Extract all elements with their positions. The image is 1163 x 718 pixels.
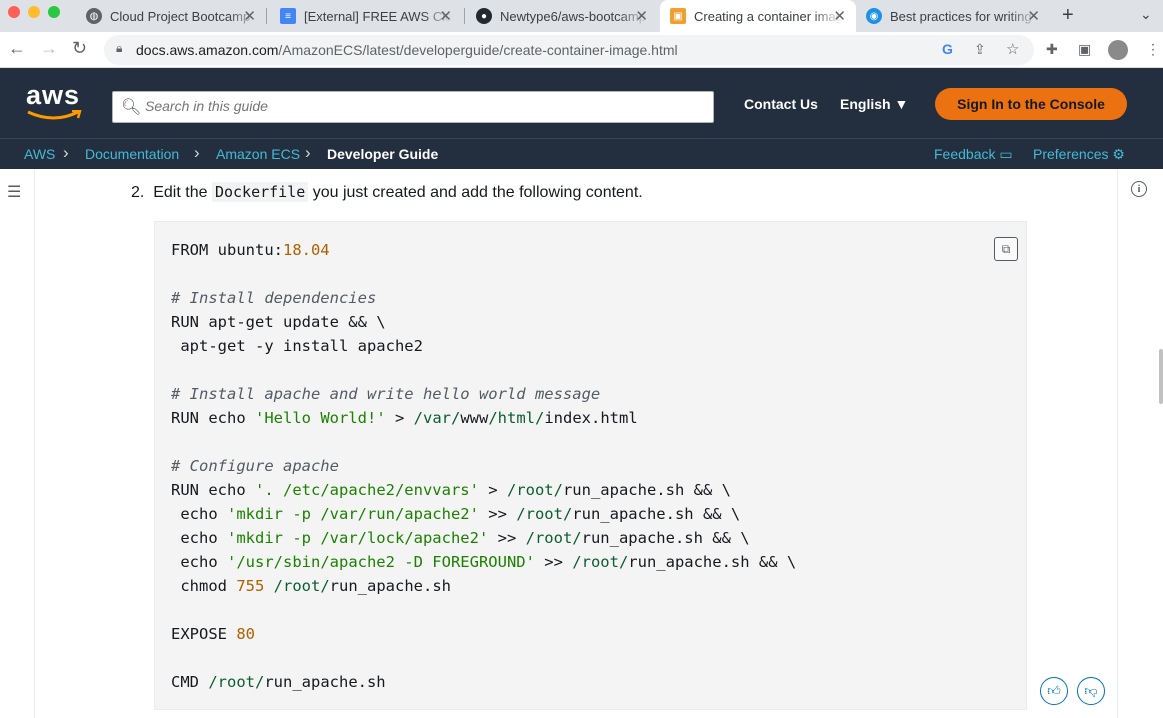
step-instruction: 2. Edit the Dockerfile you just created … — [131, 182, 643, 202]
side-panel-icon[interactable]: ▣ — [1078, 41, 1091, 58]
tab-search-chevron-icon[interactable]: ⌄ — [1140, 6, 1152, 23]
tab-close-icon[interactable]: ✕ — [243, 7, 256, 25]
breadcrumb: AWS › Documentation › Amazon ECS › Devel… — [0, 138, 1163, 169]
browser-tab[interactable]: ≡ [External] FREE AWS Cloud ✕ — [270, 0, 462, 32]
bookmark-star-icon[interactable]: ☆ — [1006, 40, 1019, 58]
url-text: docs.aws.amazon.com/AmazonECS/latest/dev… — [136, 42, 678, 58]
search-input[interactable] — [145, 98, 705, 114]
back-arrow-icon[interactable]: ← — [8, 38, 26, 59]
hamburger-menu-icon[interactable]: ☰ — [7, 182, 21, 202]
tab-close-icon[interactable]: ✕ — [635, 7, 648, 25]
address-bar[interactable]: 🔒︎ docs.aws.amazon.com/AmazonECS/latest/… — [104, 35, 1034, 65]
left-nav-rail: ☰ — [0, 169, 35, 718]
aws-box-icon: ▣ — [670, 8, 686, 24]
code-block: ⧉ FROM ubuntu:18.04 # Install dependencie… — [154, 221, 1027, 710]
right-info-rail: i — [1117, 169, 1163, 718]
search-icon: 🔍︎ — [121, 99, 142, 116]
browser-tab-bar: ◍ Cloud Project Bootcamp ✕ ≡ [External] … — [0, 0, 1163, 32]
google-icon[interactable]: G — [942, 41, 953, 57]
breadcrumb-aws[interactable]: AWS — [24, 146, 55, 162]
copy-icon[interactable]: ⧉ — [994, 237, 1018, 261]
feedback-link[interactable]: Feedback ▭ — [934, 146, 1013, 163]
extensions-puzzle-icon[interactable]: ✚ — [1046, 41, 1058, 58]
forward-arrow-icon[interactable]: → — [40, 38, 58, 59]
new-tab-icon[interactable]: + — [1062, 4, 1074, 27]
aws-header: aws 🔍︎ Contact Us English ▼ Sign In to t… — [0, 68, 1163, 138]
breadcrumb-documentation[interactable]: Documentation — [85, 146, 179, 162]
info-icon[interactable]: i — [1131, 181, 1147, 197]
caret-down-icon: ▼ — [894, 96, 909, 112]
thumbs-up-icon[interactable]: 👍︎ — [1040, 677, 1068, 705]
guide-search[interactable]: 🔍︎ — [112, 91, 714, 123]
tab-close-icon[interactable]: ✕ — [439, 7, 452, 25]
contact-us-link[interactable]: Contact Us — [744, 96, 818, 112]
lock-icon[interactable]: 🔒︎ — [116, 41, 122, 56]
google-docs-icon: ≡ — [280, 8, 296, 24]
aws-smile-icon — [27, 110, 82, 120]
thumbs-down-icon[interactable]: 👎︎ — [1077, 677, 1105, 705]
aws-logo[interactable]: aws — [26, 80, 82, 120]
gear-icon: ⚙ — [1112, 146, 1125, 162]
language-selector[interactable]: English ▼ — [840, 96, 908, 112]
scrollbar[interactable] — [1159, 349, 1163, 404]
browser-tab[interactable]: ◉ Best practices for writing ✕ — [856, 0, 1050, 32]
dockerfile-code: FROM ubuntu:18.04 # Install dependencies R… — [171, 241, 797, 691]
tab-separator — [464, 8, 465, 24]
main-content: ☰ 2. Edit the Dockerfile you just create… — [0, 169, 1163, 718]
github-icon: ● — [476, 8, 492, 24]
share-icon[interactable]: ⇪ — [974, 41, 986, 58]
browser-menu-icon[interactable]: ⋮ — [1146, 41, 1160, 58]
chevron-right-icon: › — [305, 143, 311, 162]
profile-avatar[interactable] — [1108, 40, 1128, 60]
tab-separator — [266, 8, 267, 24]
browser-tab-active[interactable]: ▣ Creating a container image ✕ — [660, 0, 856, 32]
chevron-right-icon: › — [63, 143, 69, 162]
minimize-window-button[interactable] — [28, 6, 40, 18]
docker-icon: ◉ — [866, 8, 882, 24]
preferences-link[interactable]: Preferences ⚙ — [1033, 146, 1125, 163]
sign-in-console-button[interactable]: Sign In to the Console — [935, 88, 1127, 120]
breadcrumb-developer-guide: Developer Guide — [327, 146, 439, 162]
browser-tab[interactable]: ● Newtype6/aws-bootcamp ✕ — [466, 0, 658, 32]
close-window-button[interactable] — [8, 6, 20, 18]
maximize-window-button[interactable] — [48, 6, 60, 18]
breadcrumb-amazon-ecs[interactable]: Amazon ECS — [216, 146, 300, 162]
feedback-icon: ▭ — [999, 146, 1013, 162]
tab-close-icon[interactable]: ✕ — [833, 7, 846, 25]
tab-close-icon[interactable]: ✕ — [1027, 7, 1040, 25]
browser-tab[interactable]: ◍ Cloud Project Bootcamp ✕ — [76, 0, 266, 32]
globe-icon: ◍ — [86, 8, 102, 24]
reload-icon[interactable]: ↻ — [72, 38, 87, 59]
browser-toolbar: ← → ↻ 🔒︎ docs.aws.amazon.com/AmazonECS/l… — [0, 32, 1163, 68]
chevron-right-icon: › — [194, 143, 200, 162]
